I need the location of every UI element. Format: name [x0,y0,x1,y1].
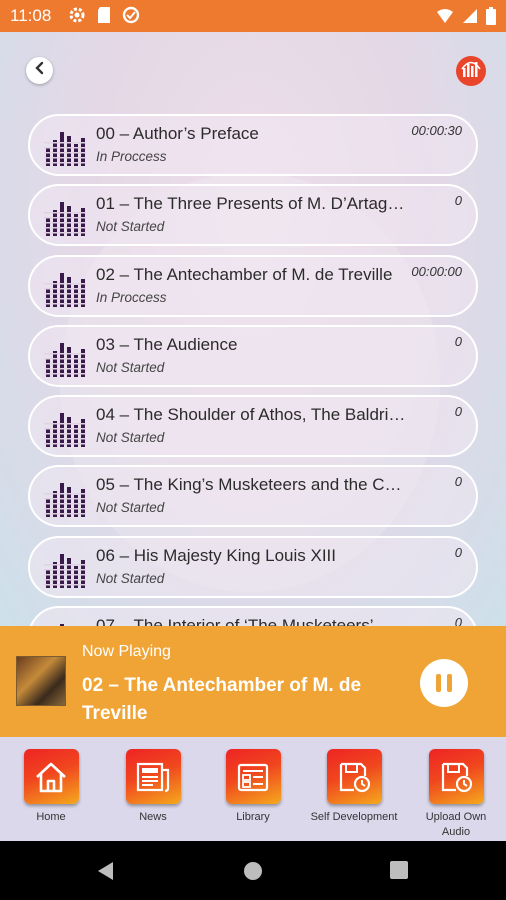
track-item[interactable]: 01 – The Three Presents of M. D’Artagna n… [28,184,478,247]
track-title: 07 – The Interior of ‘The Musketeers’ [96,616,374,626]
track-duration: 0 [454,333,462,349]
track-title: 00 – Author’s Preface [96,124,259,143]
track-item[interactable]: 05 – The King’s Musketeers and the Cardi… [28,465,478,528]
track-list: 00 – Author’s Preface In Proccess 00:00:… [28,114,478,626]
track-status: In Proccess [96,149,167,164]
nav-upload-own-audio[interactable]: Upload Own Audio [411,749,501,840]
pause-icon [436,674,441,692]
upload-audio-icon [428,749,484,804]
track-duration: 00:00:00 [411,263,462,279]
track-item[interactable]: 04 – The Shoulder of Athos, The Baldric … [28,395,478,458]
track-item[interactable]: 03 – The Audience Not Started 0 [28,324,478,387]
gear-icon [68,6,86,29]
audio-bars-icon [44,407,86,452]
track-status: In Proccess [96,289,167,305]
audio-bars-icon [44,618,86,626]
track-item[interactable]: 07 – The Interior of ‘The Musketeers’ 0 [28,606,478,626]
now-playing-title: 02 – The Antechamber of M. de Treville [82,675,362,724]
recents-square-icon[interactable] [390,861,408,884]
track-title: 06 – His Majesty King Louis XIII [96,545,337,565]
track-status: Not Started [96,219,165,235]
news-icon [125,749,181,804]
data-saver-icon [122,6,140,29]
nav-library[interactable]: Library [208,749,298,825]
audio-bars-icon [44,126,86,171]
track-title: 03 – The Audience [96,334,238,354]
audio-bars-icon [44,196,86,241]
home-icon [23,749,79,804]
track-item[interactable]: 02 – The Antechamber of M. de Treville I… [28,254,478,317]
sd-card-icon [96,6,112,29]
nav-home-label: Home [36,811,66,823]
track-status: Not Started [96,359,165,375]
chevron-left-icon [33,61,47,80]
audio-bars-icon [44,548,86,593]
track-duration: 00:00:30 [411,123,462,138]
battery-icon [486,7,496,30]
track-title: 02 – The Antechamber of M. de Treville [96,264,393,284]
track-duration: 0 [454,193,462,209]
track-title: 04 – The Shoulder of Athos, The Baldric … [96,405,406,425]
nav-upload-own-audio-label: Upload Own Audio [425,811,487,838]
track-duration: 0 [454,404,462,420]
nav-self-development[interactable]: Self Development [309,749,399,825]
pause-button[interactable] [420,659,468,707]
track-title: 05 – The King’s Musketeers and the Cardi… [96,475,406,495]
track-item[interactable]: 06 – His Majesty King Louis XIII Not Sta… [28,535,478,598]
audio-bars-icon [44,267,86,312]
now-playing-bar[interactable]: Now Playing 02 – The Antechamber of M. d… [0,626,506,737]
track-duration: 0 [454,615,462,626]
album-cover [16,656,66,706]
back-triangle-icon[interactable] [96,861,116,886]
track-duration: 0 [454,544,462,560]
wifi-icon [436,8,454,29]
system-nav-bar [0,841,506,900]
signal-icon [462,8,478,29]
nav-news[interactable]: News [108,749,198,825]
library-icon [225,749,281,804]
home-circle-icon[interactable] [243,861,263,886]
nav-home[interactable]: Home [6,749,96,825]
nav-library-label: Library [236,811,270,823]
track-title: 01 – The Three Presents of M. D’Artagnan… [96,194,406,214]
now-playing-label: Now Playing [82,643,171,660]
track-item[interactable]: 00 – Author’s Preface In Proccess 00:00:… [28,114,478,176]
nav-news-label: News [139,811,167,823]
equalizer-button[interactable] [456,56,486,86]
audio-bars-icon [44,337,86,382]
status-bar: 11:08 [0,0,506,32]
nav-self-development-label: Self Development [310,811,398,823]
equalizer-icon [461,60,481,83]
bottom-nav: Home News Library Self Development Uploa… [0,737,506,841]
track-status: Not Started [96,430,165,446]
back-button[interactable] [26,57,53,84]
track-duration: 0 [454,474,462,490]
track-status: Not Started [96,570,165,586]
self-development-icon [326,749,382,804]
audio-bars-icon [44,477,86,522]
track-status: Not Started [96,500,165,516]
main-content: 00 – Author’s Preface In Proccess 00:00:… [0,32,506,626]
status-time: 11:08 [10,6,52,25]
